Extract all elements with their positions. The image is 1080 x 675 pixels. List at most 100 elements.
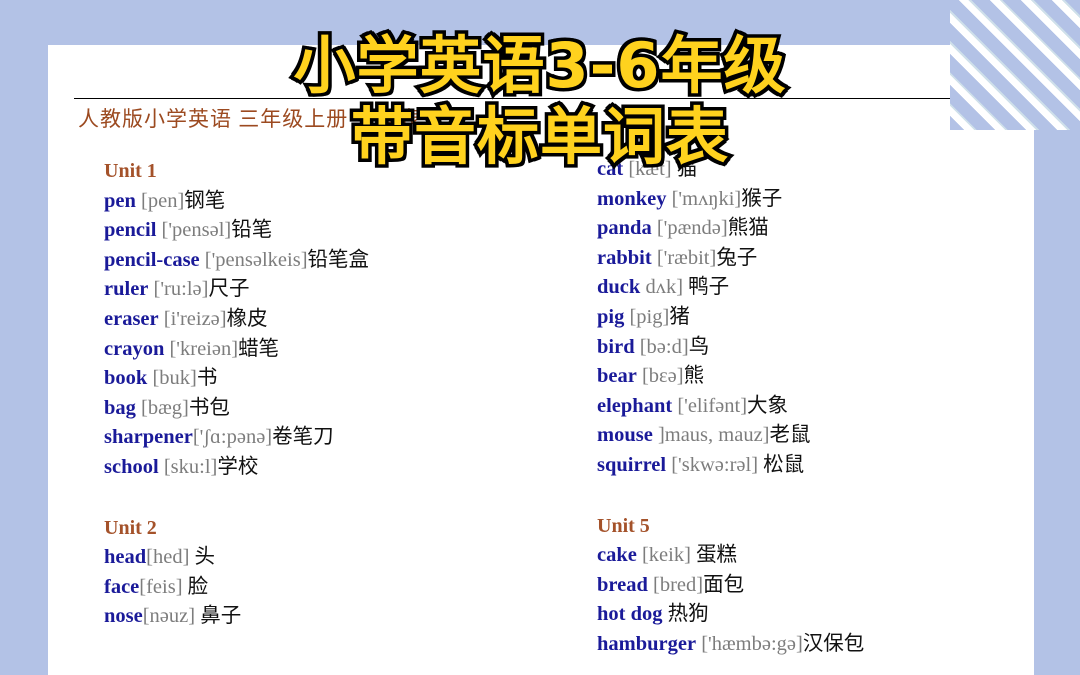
entry-word: pencil-case [104, 248, 200, 271]
entry-word: cake [597, 544, 637, 567]
entry-translation: 头 [189, 546, 216, 569]
entry-word: pig [597, 305, 625, 328]
entry-phonetic: [kæt] [623, 158, 672, 180]
entry-phonetic: [i'reizə] [158, 307, 227, 330]
entry-word: monkey [597, 187, 667, 210]
word-entry: bear [bɛə]熊 [597, 362, 1017, 392]
entry-word: duck [597, 276, 641, 299]
entry-translation: 铅笔盒 [307, 248, 370, 271]
entry-phonetic: [bɛə] [636, 365, 684, 388]
entry-word: sharpener [104, 426, 193, 449]
word-entry: pen [pen]钢笔 [104, 187, 574, 217]
document-header-title: 人教版小学英语 三年级上册 单词表 [78, 107, 421, 131]
entry-phonetic: [pig] [624, 305, 670, 328]
entry-phonetic: ['mʌŋki] [666, 187, 742, 210]
entry-word: cat [597, 158, 624, 180]
unit-heading: Unit 1 [104, 160, 157, 182]
entry-translation: 面包 [703, 573, 745, 596]
entry-translation: 猪 [669, 305, 690, 328]
entry-translation: 书 [196, 367, 218, 390]
entry-word: ruler [104, 278, 149, 301]
entry-phonetic: ['ʃɑ:pənə] [192, 426, 273, 449]
entry-translation: 松鼠 [758, 453, 805, 476]
word-entry: crayon ['kreiən]蜡笔 [104, 335, 574, 365]
entry-translation: 熊猫 [727, 217, 769, 240]
entry-translation: 卷笔刀 [272, 426, 334, 449]
right-column: cat [kæt] 猫 monkey ['mʌŋki]猴子 panda ['pænd… [597, 155, 1017, 660]
entry-phonetic: [bə:d] [634, 335, 689, 358]
word-entry: school [sku:l]学校 [104, 453, 574, 483]
entry-translation: 猴子 [741, 187, 783, 210]
entry-phonetic: [keik] [636, 544, 691, 567]
word-entry: hot dog 热狗 [597, 600, 1017, 630]
entry-word: panda [597, 217, 652, 240]
entry-translation: 钢笔 [184, 189, 226, 212]
word-entry: sharpener['ʃɑ:pənə]卷笔刀 [104, 423, 574, 453]
entry-translation: 铅笔 [231, 219, 273, 242]
word-entry: hamburger ['hæmbə:gə]汉保包 [597, 630, 1017, 660]
entry-word: hamburger [597, 632, 697, 655]
word-entry: bread [bred]面包 [597, 571, 1017, 601]
entry-phonetic: ['hæmbə:gə] [696, 632, 803, 655]
word-entry: panda ['pændə]熊猫 [597, 214, 1017, 244]
word-entry: face[feis] 脸 [104, 573, 574, 603]
entry-translation: 尺子 [208, 278, 250, 301]
unit-heading: Unit 5 [597, 514, 650, 537]
entry-translation: 鼻子 [195, 605, 242, 628]
word-entry: monkey ['mʌŋki]猴子 [597, 185, 1017, 215]
entry-word: bread [597, 573, 648, 596]
entry-phonetic: [buk] [147, 367, 197, 390]
word-entry: squirrel ['skwə:rəl] 松鼠 [597, 451, 1017, 481]
word-entry: book [buk]书 [104, 364, 574, 394]
word-entry: nose[nəuz] 鼻子 [104, 602, 574, 632]
header-divider [74, 98, 1030, 99]
entry-translation: 脸 [182, 575, 209, 598]
word-entry: mouse ]maus, mauz]老鼠 [597, 421, 1017, 451]
entry-phonetic: [bred] [647, 573, 704, 596]
document-page: 人教版小学英语 三年级上册 单词表 Unit 1 pen [pen]钢笔 penci… [48, 45, 1034, 675]
entry-word: bear [597, 365, 637, 388]
word-entry: elephant ['elifənt]大象 [597, 392, 1017, 422]
entry-phonetic: [sku:l] [158, 455, 218, 478]
entry-phonetic: [bæg] [135, 396, 189, 419]
entry-translation: 鸟 [688, 335, 710, 358]
entry-translation: 书包 [188, 396, 230, 419]
entry-word: bag [104, 396, 136, 419]
entry-word: eraser [104, 307, 159, 330]
word-entry: rabbit ['ræbit]兔子 [597, 244, 1017, 274]
entry-word: hot dog [597, 603, 663, 626]
entry-word: squirrel [597, 453, 667, 476]
entry-word: book [104, 367, 148, 390]
entry-translation: 橡皮 [226, 307, 268, 330]
left-column: Unit 1 pen [pen]钢笔 pencil ['pensəl]铅笔 penci… [104, 155, 574, 632]
entry-phonetic: [nəuz] [142, 605, 196, 628]
entry-translation: 蜡笔 [238, 337, 280, 360]
word-entry: head[hed] 头 [104, 543, 574, 573]
entry-phonetic: ['pændə] [651, 217, 728, 240]
entry-translation: 热狗 [662, 603, 709, 626]
unit-heading: Unit 2 [104, 516, 157, 539]
entry-phonetic: [pen] [135, 189, 185, 212]
entry-phonetic: dʌk] [640, 276, 684, 299]
entry-phonetic: ['ræbit] [651, 246, 717, 269]
entry-translation: 大象 [747, 394, 789, 417]
word-entry: cat [kæt] 猫 [597, 155, 1017, 185]
entry-word: crayon [104, 337, 165, 360]
entry-phonetic: ['pensəl] [156, 219, 232, 242]
entry-word: bird [597, 335, 635, 358]
word-entry: cake [keik] 蛋糕 [597, 541, 1017, 571]
word-entry: ruler ['ru:lə]尺子 [104, 275, 574, 305]
word-entry: pig [pig]猪 [597, 303, 1017, 333]
entry-phonetic: ['elifənt] [672, 394, 748, 417]
entry-word: pencil [104, 219, 157, 242]
word-entry: bird [bə:d]鸟 [597, 333, 1017, 363]
entry-phonetic: [feis] [139, 575, 183, 598]
entry-word: face [104, 575, 140, 598]
entry-translation: 蛋糕 [690, 544, 738, 567]
entry-translation: 老鼠 [769, 424, 811, 447]
word-entry: duck dʌk] 鸭子 [597, 273, 1017, 303]
entry-phonetic: ['pensəlkeis] [199, 248, 308, 271]
entry-translation: 汉保包 [802, 632, 865, 655]
word-entry: bag [bæg]书包 [104, 394, 574, 424]
